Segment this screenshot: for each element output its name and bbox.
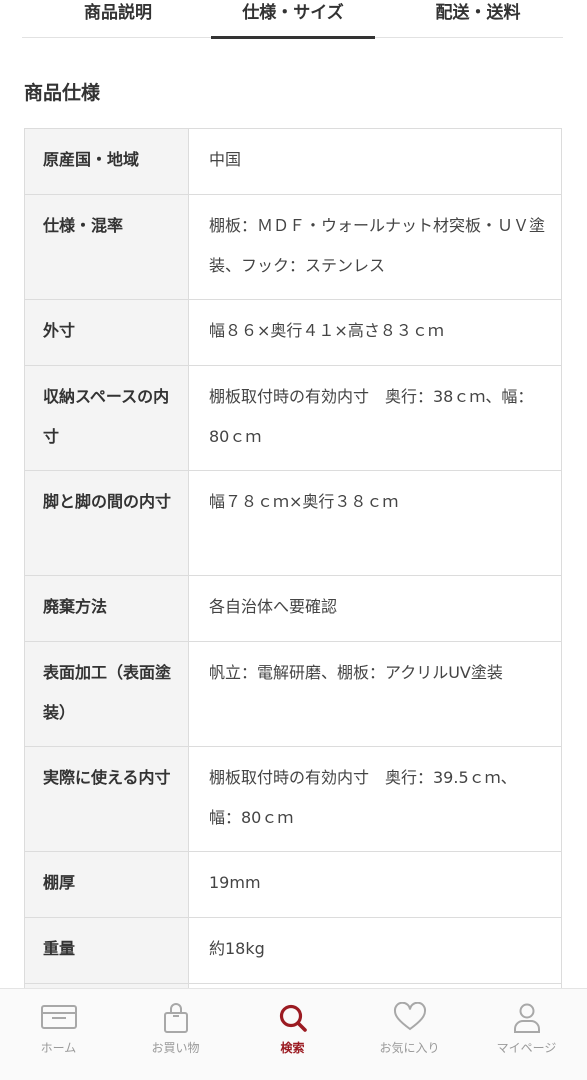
tab-product-description[interactable]: 商品説明 xyxy=(58,0,178,38)
table-row: 収納スペースの内寸 棚板取付時の有効内寸 奥行：38ｃｍ、幅：80ｃｍ xyxy=(24,366,562,471)
spec-label: 収納スペースの内寸 xyxy=(25,366,189,470)
spec-label: 脚と脚の間の内寸 xyxy=(25,471,189,575)
home-card-icon xyxy=(39,1002,79,1036)
tab-shipping[interactable]: 配送・送料 xyxy=(413,0,543,38)
nav-label: お買い物 xyxy=(151,1041,200,1055)
spec-value: 棚板取付時の有効内寸 奥行：39.5ｃｍ、幅：80ｃｍ xyxy=(209,768,517,827)
spec-label: 棚厚 xyxy=(25,852,189,917)
table-row: 脚と脚の間の内寸 幅７８ｃｍ×奥行３８ｃｍ xyxy=(24,471,562,576)
table-row: 廃棄方法 各自治体へ要確認 xyxy=(24,576,562,642)
spec-value: 棚板：ＭＤＦ・ウォールナット材突板・ＵＶ塗装、フック：ステンレス xyxy=(209,216,546,275)
spec-value: 幅７８ｃｍ×奥行３８ｃｍ xyxy=(209,492,399,511)
nav-mypage[interactable]: マイページ xyxy=(468,989,585,1080)
shopping-bag-icon xyxy=(161,1002,191,1038)
nav-home[interactable]: ホーム xyxy=(0,989,117,1080)
table-row: 外寸 幅８６×奥行４１×高さ８３ｃｍ xyxy=(24,300,562,366)
nav-label: ホーム xyxy=(40,1041,77,1055)
spec-label: 実際に使える内寸 xyxy=(25,747,189,851)
nav-label: マイページ xyxy=(496,1041,557,1055)
nav-shopping[interactable]: お買い物 xyxy=(117,989,234,1080)
table-row: 実際に使える内寸 棚板取付時の有効内寸 奥行：39.5ｃｍ、幅：80ｃｍ xyxy=(24,747,562,852)
spec-label: 廃棄方法 xyxy=(25,576,189,641)
table-row: 重量 約18kg xyxy=(24,918,562,984)
user-icon xyxy=(512,1002,542,1038)
tab-bar: 商品説明 仕様・サイズ 配送・送料 xyxy=(22,0,563,39)
spec-label: 外寸 xyxy=(25,300,189,365)
nav-favorites[interactable]: お気に入り xyxy=(351,989,468,1080)
spec-label: 重量 xyxy=(25,918,189,983)
spec-label: 原産国・地域 xyxy=(25,129,189,194)
heart-icon xyxy=(393,1001,427,1036)
spec-label: 表面加工（表面塗装） xyxy=(25,642,189,746)
product-spec-page: 商品説明 仕様・サイズ 配送・送料 商品仕様 原産国・地域 中国 仕様・混率 棚… xyxy=(0,0,587,1080)
spec-value: 中国 xyxy=(209,150,242,169)
spec-table: 原産国・地域 中国 仕様・混率 棚板：ＭＤＦ・ウォールナット材突板・ＵＶ塗装、フ… xyxy=(24,128,562,1024)
spec-value: 19mm xyxy=(209,873,261,892)
spec-value: 幅８６×奥行４１×高さ８３ｃｍ xyxy=(209,321,444,340)
table-row: 原産国・地域 中国 xyxy=(24,129,562,195)
nav-label: 検索 xyxy=(280,1041,305,1055)
table-row: 仕様・混率 棚板：ＭＤＦ・ウォールナット材突板・ＵＶ塗装、フック：ステンレス xyxy=(24,195,562,300)
section-title: 商品仕様 xyxy=(24,82,101,104)
nav-search[interactable]: 検索 xyxy=(234,989,351,1080)
tab-specs-size[interactable]: 仕様・サイズ xyxy=(211,0,375,39)
search-icon xyxy=(277,1002,309,1038)
spec-value: 帆立：電解研磨、棚板：アクリルUV塗装 xyxy=(209,663,503,682)
spec-value: 約18kg xyxy=(209,939,265,958)
spec-value: 各自治体へ要確認 xyxy=(209,597,338,616)
spec-label: 仕様・混率 xyxy=(25,195,189,299)
bottom-nav: ホーム お買い物 検索 お気に入り マイページ xyxy=(0,988,587,1080)
table-row: 表面加工（表面塗装） 帆立：電解研磨、棚板：アクリルUV塗装 xyxy=(24,642,562,747)
nav-label: お気に入り xyxy=(379,1041,440,1055)
spec-value: 棚板取付時の有効内寸 奥行：38ｃｍ、幅：80ｃｍ xyxy=(209,387,534,446)
table-row: 棚厚 19mm xyxy=(24,852,562,918)
